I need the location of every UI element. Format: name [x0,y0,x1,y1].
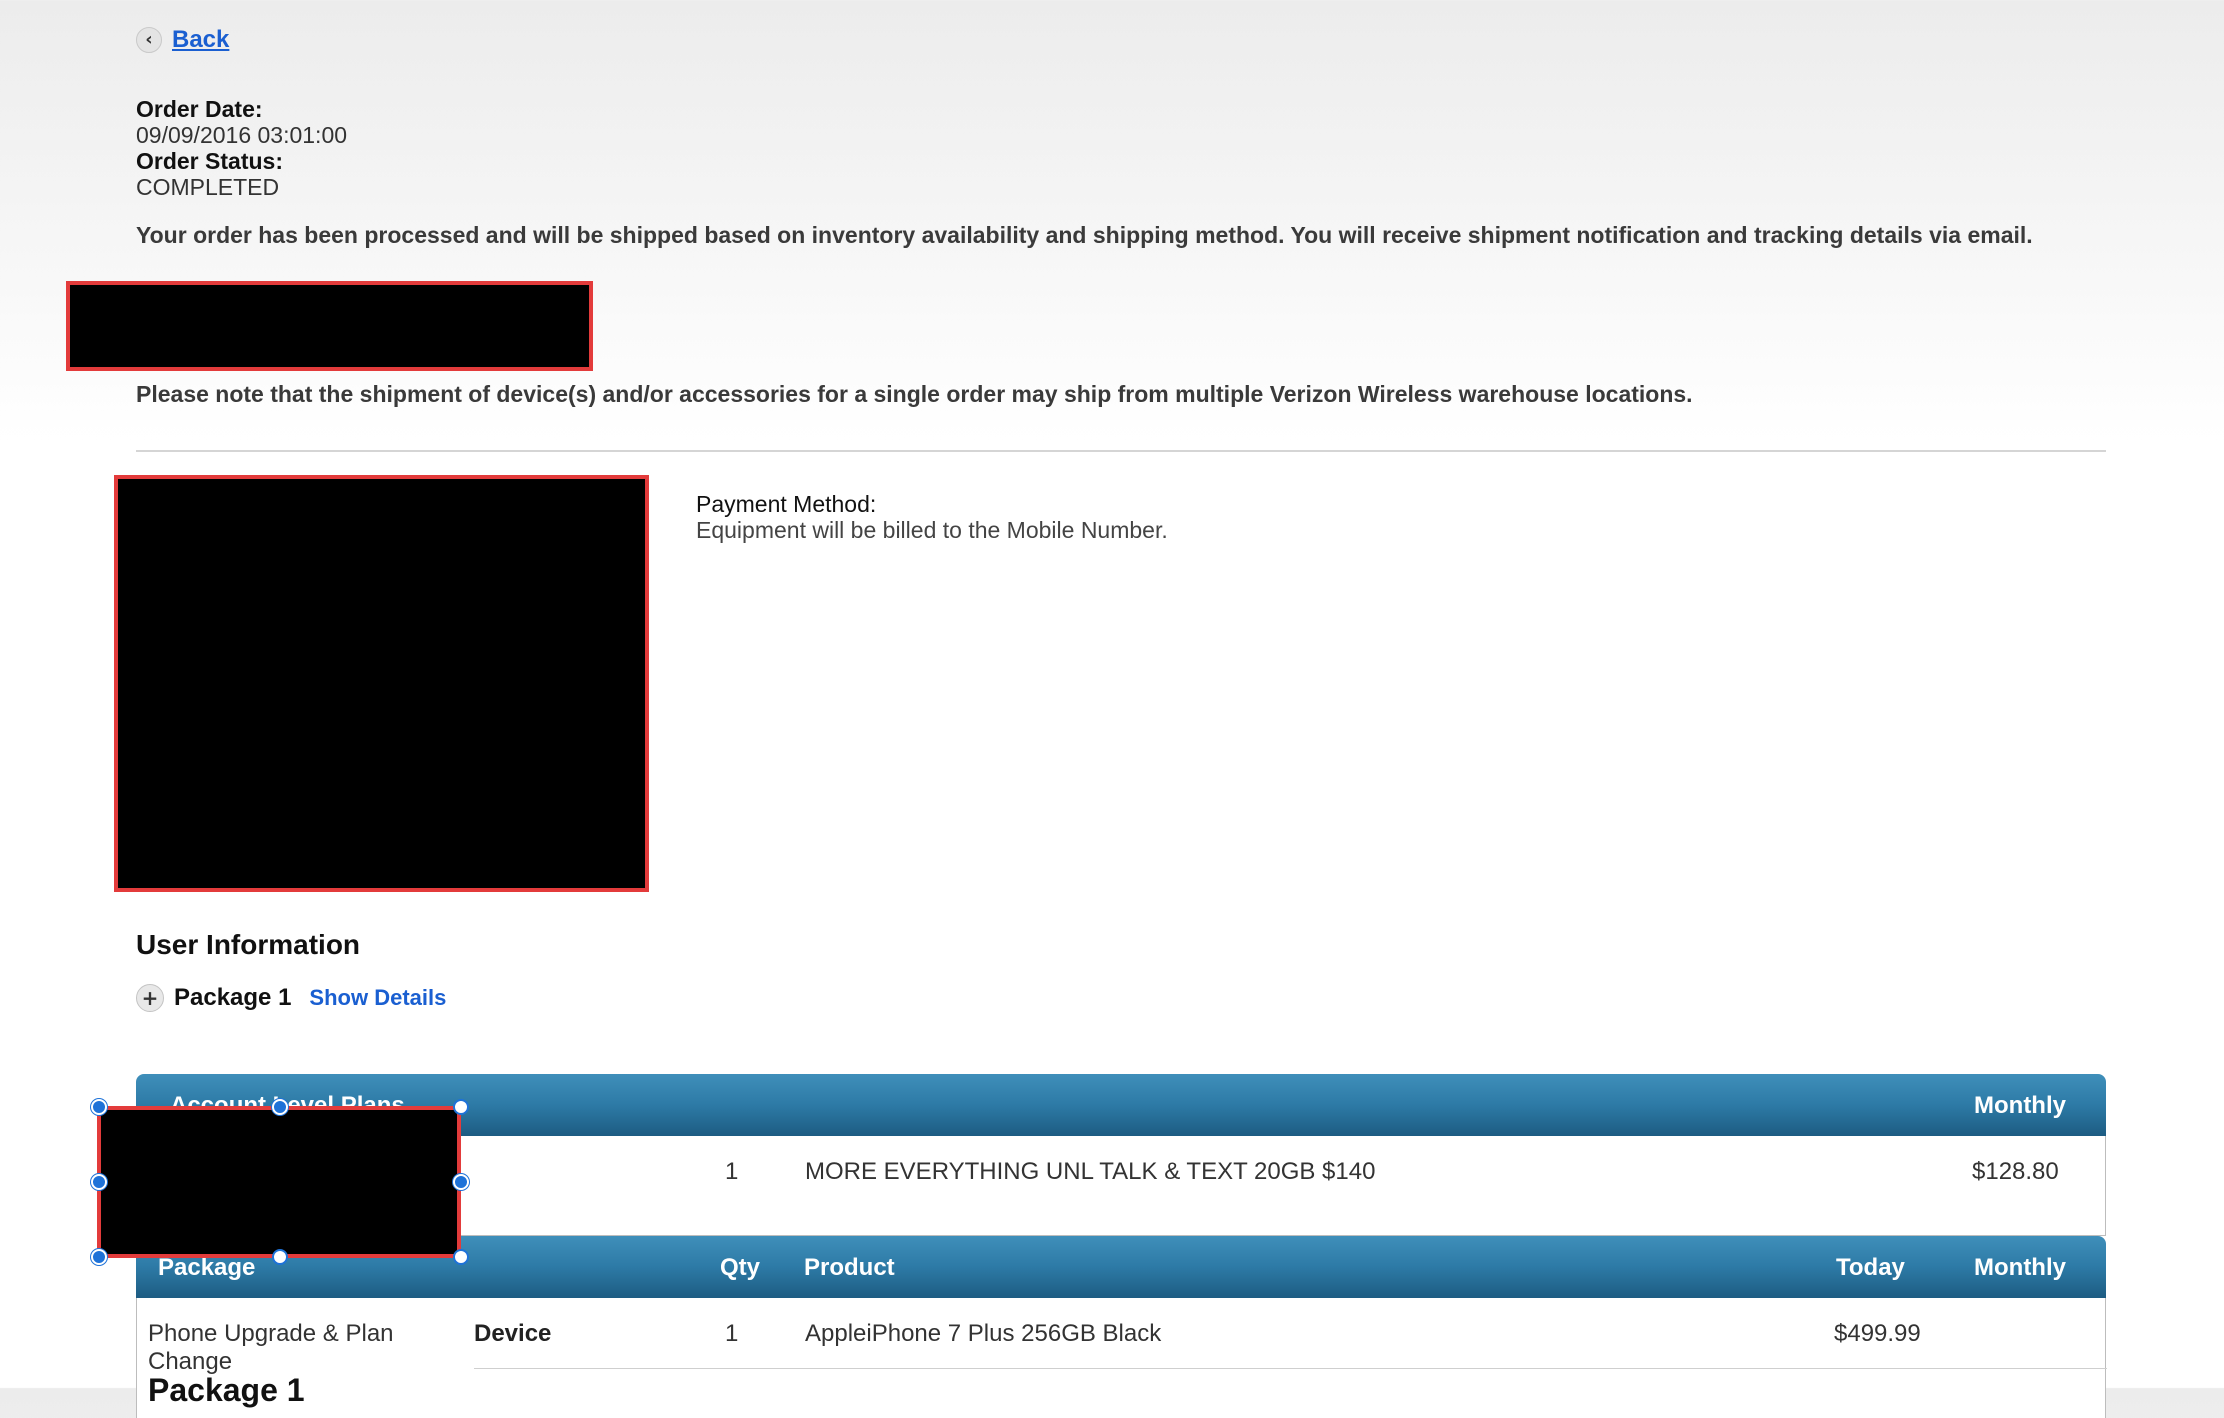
monthly-column-header: Monthly [1974,1254,2066,1281]
package-label: Package 1 [174,984,292,1011]
next-package-title: Package 1 [148,1372,305,1408]
plus-icon[interactable]: + [136,984,164,1012]
account-plan-product: MORE EVERYTHING UNL TALK & TEXT 20GB $14… [805,1158,1376,1185]
order-processed-message: Your order has been processed and will b… [136,222,2033,248]
resize-handle-top-right[interactable] [453,1099,469,1115]
resize-handle-bottom-right[interactable] [453,1249,469,1265]
back-nav[interactable]: ‹ Back [136,26,229,54]
payment-method-value: Equipment will be billed to the Mobile N… [696,517,1168,543]
device-today-price: $499.99 [1834,1320,1921,1347]
order-status-label: Order Status: [136,148,283,174]
redacted-selection-box[interactable] [97,1106,461,1258]
row-divider [474,1368,2107,1369]
product-column-header: Product [804,1254,895,1281]
section-divider [136,450,2106,452]
order-date-label: Order Date: [136,96,263,122]
redacted-block [66,281,593,371]
package-table-body: Phone Upgrade & Plan Change Device 1 App… [136,1298,2107,1418]
qty-column-header: Qty [720,1254,761,1281]
show-details-link[interactable]: Show Details [309,985,446,1011]
device-label-cell: Device [474,1320,552,1347]
chevron-left-icon[interactable]: ‹ [136,27,162,53]
resize-handle-top-left[interactable] [91,1099,107,1115]
today-column-header: Today [1836,1254,1905,1281]
resize-handle-middle-left[interactable] [91,1174,107,1190]
account-plans-monthly-header: Monthly [1974,1092,2066,1119]
account-plan-qty: 1 [725,1158,739,1185]
package-column-header: Package [158,1254,256,1281]
back-link[interactable]: Back [172,26,229,54]
resize-handle-top-center[interactable] [272,1099,288,1115]
order-date-value: 09/09/2016 03:01:00 [136,122,348,148]
order-status-value: COMPLETED [136,174,280,200]
redacted-block [114,475,649,892]
account-plan-monthly: $128.80 [1972,1158,2059,1185]
resize-handle-middle-right[interactable] [453,1174,469,1190]
resize-handle-bottom-left[interactable] [91,1249,107,1265]
warehouse-note: Please note that the shipment of device(… [136,381,1693,407]
device-product-cell: AppleiPhone 7 Plus 256GB Black [805,1320,1162,1347]
resize-handle-bottom-center[interactable] [272,1249,288,1265]
package-row: + Package 1 Show Details [136,984,446,1012]
package-type-cell: Phone Upgrade & Plan Change [148,1320,394,1375]
payment-method-label: Payment Method: [696,491,877,517]
user-information-title: User Information [136,929,361,960]
device-qty-cell: 1 [725,1320,739,1347]
